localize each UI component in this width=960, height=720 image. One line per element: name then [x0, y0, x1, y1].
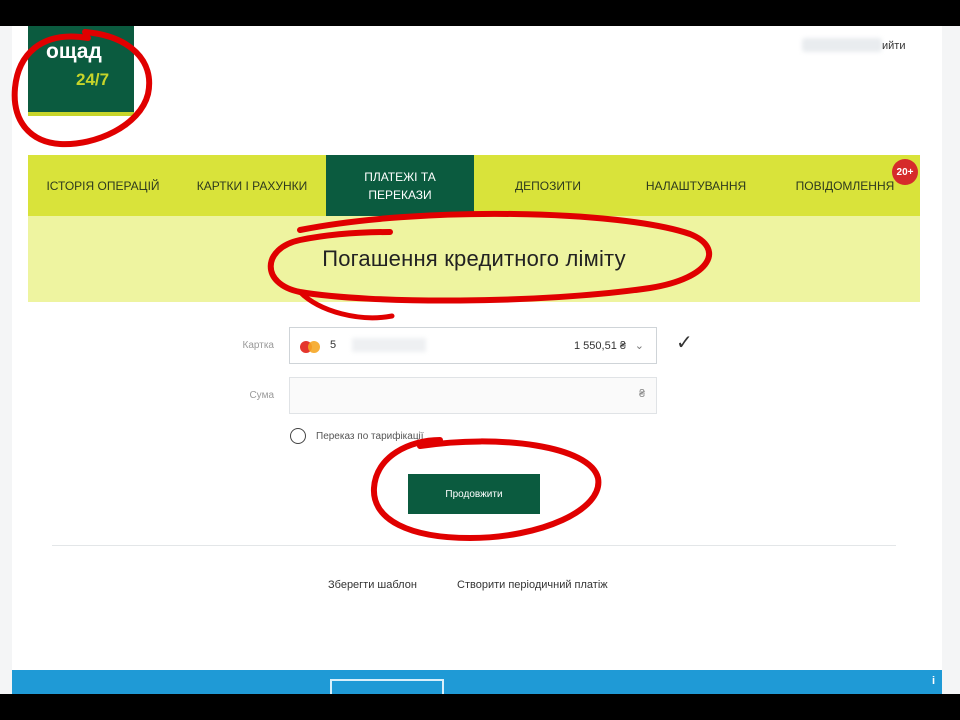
logo-name: ощад [46, 40, 102, 63]
continue-button[interactable]: Продовжити [408, 474, 540, 514]
logo-sub: 24/7 [76, 70, 110, 89]
tariff-transfer-option[interactable]: Переказ по тарифікації [290, 428, 424, 444]
info-icon[interactable]: i [932, 675, 935, 687]
page-title: Погашення кредитного ліміту [322, 246, 626, 271]
amount-input[interactable] [289, 377, 657, 414]
bottom-bar: i [12, 670, 942, 694]
tariff-radio[interactable] [290, 428, 306, 444]
bank-page: ощад 24/7 ийти ІСТОРІЯ ОПЕРАЦІЙ КАРТКИ І… [12, 26, 942, 694]
nav-messages-label: ПОВІДОМЛЕННЯ [795, 178, 895, 193]
save-template-link[interactable]: Зберегти шаблон [328, 579, 417, 591]
card-number-masked [352, 338, 426, 352]
page-title-band: Погашення кредитного ліміту [28, 216, 920, 302]
nav-cards-accounts[interactable]: КАРТКИ І РАХУНКИ [178, 155, 326, 216]
nav-payments-transfers[interactable]: ПЛАТЕЖІ ТА ПЕРЕКАЗИ [326, 155, 474, 216]
nav-settings[interactable]: НАЛАШТУВАННЯ [622, 155, 770, 216]
card-number: 5 [330, 339, 337, 351]
currency-sign: ₴ [639, 388, 646, 400]
mastercard-icon [300, 341, 322, 353]
nav-deposits[interactable]: ДЕПОЗИТИ [474, 155, 622, 216]
nav-messages[interactable]: ПОВІДОМЛЕННЯ 20+ [770, 155, 920, 216]
main-nav: ІСТОРІЯ ОПЕРАЦІЙ КАРТКИ І РАХУНКИ ПЛАТЕЖ… [28, 155, 920, 216]
create-periodic-payment-link[interactable]: Створити періодичний платіж [457, 579, 608, 591]
logout-link[interactable]: ийти [882, 40, 905, 52]
bottom-box [330, 679, 444, 694]
divider [52, 545, 896, 546]
amount-field-label: Сума [249, 390, 274, 401]
nav-history[interactable]: ІСТОРІЯ ОПЕРАЦІЙ [28, 155, 178, 216]
card-balance: 1 550,51 ₴ [574, 340, 626, 352]
checkmark-icon: ✓ [676, 332, 693, 354]
messages-badge: 20+ [892, 159, 918, 185]
card-select[interactable]: 5 1 550,51 ₴ ⌄ [289, 327, 657, 364]
chevron-down-icon: ⌄ [634, 340, 644, 352]
card-field-label: Картка [242, 340, 274, 351]
oschad-logo[interactable]: ощад 24/7 [28, 26, 134, 116]
browser-viewport: ощад 24/7 ийти ІСТОРІЯ ОПЕРАЦІЙ КАРТКИ І… [0, 26, 960, 694]
tariff-radio-label: Переказ по тарифікації [316, 430, 424, 442]
user-name-blurred [802, 38, 882, 52]
